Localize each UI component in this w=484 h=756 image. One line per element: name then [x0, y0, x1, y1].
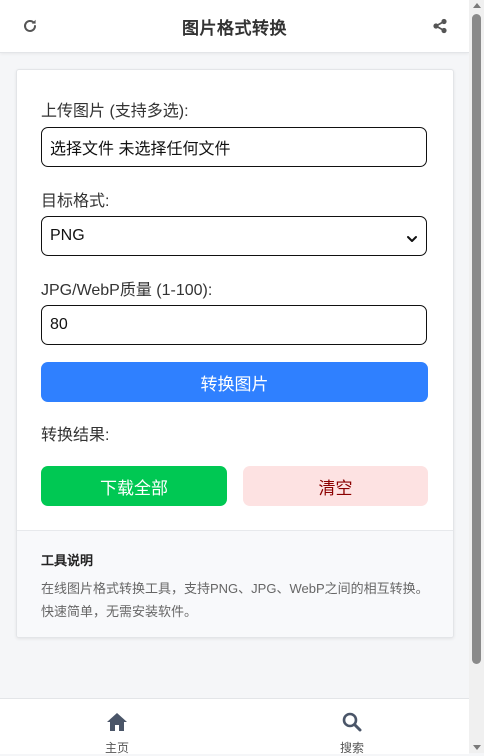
format-label: 目标格式:: [41, 193, 110, 210]
bottom-nav: 主页 搜索: [0, 698, 469, 756]
app-header: 图片格式转换: [0, 0, 469, 53]
scrollbar-thumb[interactable]: [472, 14, 481, 664]
scroll-up-icon[interactable]: [473, 3, 481, 8]
tool-info-section: 工具说明 在线图片格式转换工具，支持PNG、JPG、WebP之间的相互转换。快速…: [17, 530, 453, 637]
nav-item-search[interactable]: 搜索: [322, 712, 382, 756]
info-text: 在线图片格式转换工具，支持PNG、JPG、WebP之间的相互转换。快速简单，无需…: [41, 581, 429, 619]
format-selected-value: PNG: [50, 227, 85, 244]
nav-label-search: 搜索: [339, 741, 364, 755]
scrollbar[interactable]: [469, 0, 484, 753]
nav-item-home[interactable]: 主页: [87, 712, 147, 756]
scroll-down-icon[interactable]: [473, 745, 481, 750]
convert-button[interactable]: 转换图片: [41, 362, 428, 402]
clear-button[interactable]: 清空: [243, 466, 428, 506]
nav-label-home: 主页: [104, 741, 129, 755]
page-title: 图片格式转换: [182, 18, 287, 38]
format-select[interactable]: PNG: [41, 216, 427, 256]
quality-value: 80: [50, 316, 68, 333]
search-icon: [342, 712, 362, 737]
converter-card: 上传图片 (支持多选): 选择文件 未选择任何文件 目标格式: PNG JPG/…: [16, 69, 454, 638]
quality-label: JPG/WebP质量 (1-100):: [41, 282, 213, 299]
upload-label: 上传图片 (支持多选):: [41, 103, 189, 120]
share-icon[interactable]: [430, 16, 450, 36]
chevron-down-icon: [406, 231, 418, 249]
info-title: 工具说明: [41, 553, 94, 568]
home-icon: [106, 712, 128, 737]
result-label: 转换结果:: [41, 427, 110, 444]
file-input-text: 选择文件 未选择任何文件: [50, 141, 231, 158]
quality-input[interactable]: 80: [41, 305, 427, 345]
refresh-icon[interactable]: [20, 16, 40, 36]
file-input[interactable]: 选择文件 未选择任何文件: [41, 127, 427, 167]
download-all-button[interactable]: 下载全部: [41, 466, 227, 506]
